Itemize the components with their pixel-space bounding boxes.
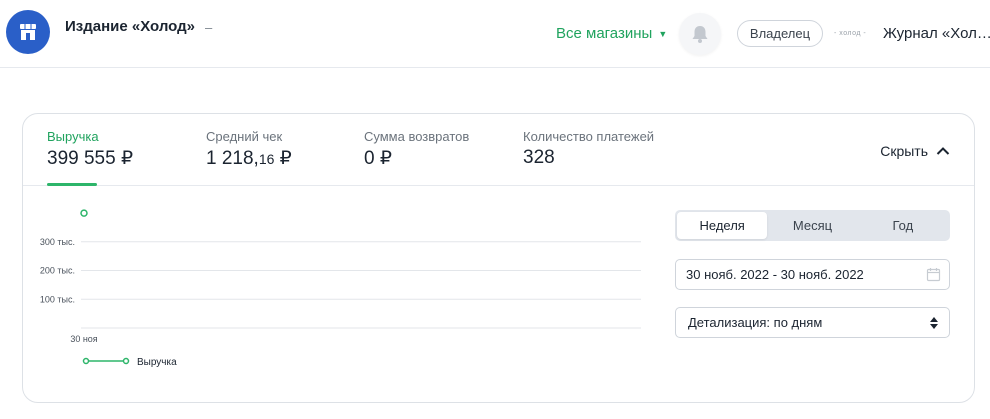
shop-logo[interactable] <box>6 10 50 54</box>
caret-down-icon: ▼ <box>658 28 668 39</box>
metric-value: 0 ₽ <box>364 148 392 169</box>
value-cents: 16 <box>258 151 275 167</box>
period-switcher: Неделя Месяц Год <box>675 210 950 241</box>
calendar-icon[interactable] <box>926 267 941 282</box>
metric-label: Средний чек <box>206 129 283 144</box>
period-option-0[interactable]: Неделя <box>677 212 768 239</box>
value-main: 1 218, <box>206 148 259 169</box>
detail-select-value: Детализация: по дням <box>688 315 823 330</box>
period-option-2[interactable]: Год <box>858 212 948 239</box>
account-name[interactable]: Журнал «Хол… <box>883 25 990 42</box>
active-tab-indicator <box>47 183 97 186</box>
metric-value: 399 555 ₽ <box>47 148 134 169</box>
detail-select[interactable]: Детализация: по дням <box>675 307 950 338</box>
y-tick-label: 100 тыс. <box>40 294 75 304</box>
date-range-value: 30 нояб. 2022 - 30 нояб. 2022 <box>686 267 864 282</box>
journal-logo: - холод - <box>834 30 867 37</box>
period-option-1[interactable]: Месяц <box>767 212 857 239</box>
metric-average-check[interactable]: Средний чек 1 218,16 ₽ <box>206 129 326 186</box>
data-point[interactable] <box>80 209 88 217</box>
legend-label[interactable]: Выручка <box>137 357 177 368</box>
role-badge[interactable]: Владелец <box>737 20 823 47</box>
shop-title: Издание «Холод» <box>65 18 195 35</box>
date-range-field[interactable]: 30 нояб. 2022 - 30 нояб. 2022 <box>675 259 950 290</box>
metric-label: Количество платежей <box>523 129 655 144</box>
value-currency: ₽ <box>274 148 292 169</box>
metric-revenue[interactable]: Выручка 399 555 ₽ <box>47 129 134 186</box>
metric-label: Сумма возвратов <box>364 129 470 144</box>
metric-label: Выручка <box>47 129 99 144</box>
collapse-button[interactable]: Скрыть <box>880 143 950 159</box>
x-tick-label: 30 ноя <box>70 334 97 344</box>
chevron-up-icon <box>936 147 950 155</box>
metrics-tabs: Выручка 399 555 ₽ Средний чек 1 218,16 ₽… <box>23 114 974 186</box>
metric-payments-count[interactable]: Количество платежей 328 <box>523 129 673 186</box>
sort-arrows-icon <box>930 317 938 329</box>
notifications-button[interactable] <box>679 13 721 55</box>
legend-marker <box>122 357 130 365</box>
collapse-label: Скрыть <box>880 143 928 159</box>
revenue-chart: 100 тыс. 200 тыс. 300 тыс. 30 ноя Выручка <box>40 209 641 368</box>
bell-icon <box>692 26 708 43</box>
revenue-card: Выручка 399 555 ₽ Средний чек 1 218,16 ₽… <box>22 113 975 403</box>
top-header: Издание «Холод» – Все магазины ▼ Владеле… <box>0 0 990 68</box>
stores-dropdown[interactable]: Все магазины ▼ <box>556 25 667 42</box>
y-tick-label: 300 тыс. <box>40 237 75 247</box>
store-icon <box>20 24 36 40</box>
title-dash: – <box>205 20 213 35</box>
stores-label: Все магазины <box>556 25 653 42</box>
metric-value: 328 <box>523 147 555 168</box>
legend-marker <box>82 357 90 365</box>
metric-refunds[interactable]: Сумма возвратов 0 ₽ <box>364 129 504 186</box>
metric-value: 1 218,16 ₽ <box>206 147 326 170</box>
y-tick-label: 200 тыс. <box>40 266 75 276</box>
